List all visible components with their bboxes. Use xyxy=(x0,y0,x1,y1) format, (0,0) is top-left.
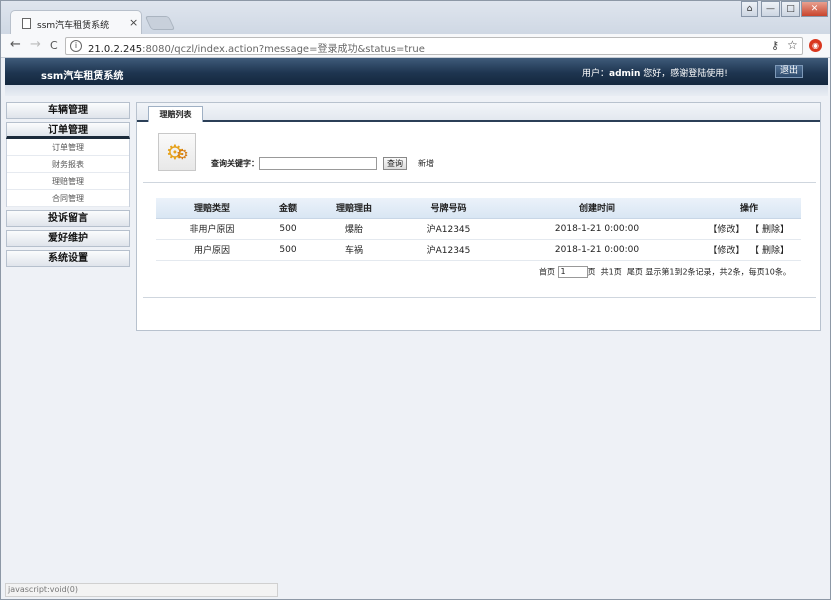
column-header: 理赔类型 xyxy=(156,198,268,219)
back-icon[interactable]: ← xyxy=(10,37,21,52)
menu-complaints[interactable]: 投诉留言 xyxy=(6,210,130,227)
edit-link[interactable]: 【修改】 xyxy=(708,225,744,235)
close-button[interactable]: ✕ xyxy=(801,1,828,17)
cell-plate: 沪A12345 xyxy=(400,218,497,240)
minimize-button[interactable]: — xyxy=(761,1,780,17)
claims-table: 理赔类型 金额 理赔理由 号牌号码 创建时间 操作 非用户原因 500 爆胎 沪… xyxy=(156,198,801,261)
submenu-claims-management[interactable]: 理赔管理 xyxy=(7,173,129,190)
order-submenu: 订单管理 财务报表 理赔管理 合同管理 xyxy=(6,139,130,207)
panel-tab-bar: 理赔列表 xyxy=(137,103,820,122)
cell-type: 非用户原因 xyxy=(156,218,268,240)
menu-hobby-maintenance[interactable]: 爱好维护 xyxy=(6,230,130,247)
browser-tab[interactable]: ssm汽车租赁系统 × xyxy=(10,10,142,36)
page-unit: 页 xyxy=(587,267,596,277)
info-icon[interactable]: i xyxy=(70,40,82,52)
cell-reason: 车祸 xyxy=(308,239,400,261)
cell-plate: 沪A12345 xyxy=(400,239,497,261)
total-pages: 共1页 xyxy=(600,267,622,277)
status-bar: javascript:void(0) xyxy=(5,583,278,597)
url-host: 21.0.2.245 xyxy=(88,44,143,55)
page-number-input[interactable]: 1 xyxy=(557,266,588,278)
cell-amount: 500 xyxy=(268,218,308,240)
search-bar: 查询关键字： 查询 新增 xyxy=(211,157,434,170)
first-page-link[interactable]: 首页 xyxy=(539,268,555,277)
cell-type: 用户原因 xyxy=(156,239,268,261)
cell-actions: 【修改】 【 删除】 xyxy=(697,218,801,240)
submenu-order-management[interactable]: 订单管理 xyxy=(7,139,129,156)
search-label: 查询关键字： xyxy=(211,159,259,168)
bottom-divider xyxy=(143,297,816,298)
menu-vehicle-management[interactable]: 车辆管理 xyxy=(6,102,130,119)
new-tab-button[interactable] xyxy=(144,16,176,30)
column-header: 操作 xyxy=(697,198,801,219)
profile-icon[interactable]: ⌂ xyxy=(741,1,758,17)
username: admin xyxy=(609,69,641,79)
search-button[interactable]: 查询 xyxy=(383,157,407,170)
header-strip xyxy=(5,85,828,96)
user-suffix: 您好，感谢登陆使用! xyxy=(640,69,728,79)
app-header: ssm汽车租赁系统 用户：admin 您好，感谢登陆使用! 退出 xyxy=(5,58,828,85)
title-bar: ssm汽车租赁系统 × ⌂ — □ ✕ xyxy=(1,1,830,36)
pagination: 首页 1页 共1页 尾页 显示第1到2条记录，共2条，每页10条。 xyxy=(539,266,791,278)
url-field[interactable]: i 21.0.2.245:8080/qczl/index.action?mess… xyxy=(65,37,803,55)
maximize-button[interactable]: □ xyxy=(781,1,800,17)
menu-system-settings[interactable]: 系统设置 xyxy=(6,250,130,267)
forward-icon[interactable]: → xyxy=(30,37,41,52)
page-icon xyxy=(22,18,31,29)
welcome-text: 用户：admin 您好，感谢登陆使用! xyxy=(582,66,728,79)
reload-icon[interactable]: C xyxy=(50,39,58,52)
edit-link[interactable]: 【修改】 xyxy=(708,246,744,256)
tab-close-icon[interactable]: × xyxy=(129,16,138,29)
column-header: 号牌号码 xyxy=(400,198,497,219)
search-input[interactable] xyxy=(259,157,377,170)
cell-amount: 500 xyxy=(268,239,308,261)
table-row: 非用户原因 500 爆胎 沪A12345 2018-1-21 0:00:00 【… xyxy=(156,218,801,240)
table-header-row: 理赔类型 金额 理赔理由 号牌号码 创建时间 操作 xyxy=(156,198,801,219)
divider xyxy=(143,182,816,183)
bookmark-star-icon[interactable]: ☆ xyxy=(787,38,798,52)
extension-icon[interactable]: ◉ xyxy=(809,39,822,52)
browser-window: ssm汽车租赁系统 × ⌂ — □ ✕ ← → C i 21.0.2.245:8… xyxy=(0,0,831,600)
table-row: 用户原因 500 车祸 沪A12345 2018-1-21 0:00:00 【修… xyxy=(156,239,801,261)
app-logo: ssm汽车租赁系统 xyxy=(41,71,124,82)
url-path: :8080/qczl/index.action?message=登录成功&sta… xyxy=(142,44,425,55)
record-summary: 显示第1到2条记录，共2条，每页10条。 xyxy=(645,267,791,277)
main-panel: 理赔列表 ⚙ ⚙ 查询关键字： 查询 新增 理赔类型 金额 理赔理由 号牌号码 创建… xyxy=(136,102,821,331)
cell-actions: 【修改】 【 删除】 xyxy=(697,239,801,261)
gears-icon: ⚙ ⚙ xyxy=(158,133,196,171)
submenu-finance-report[interactable]: 财务报表 xyxy=(7,156,129,173)
last-page-link[interactable]: 尾页 xyxy=(627,268,643,277)
tab-title: ssm汽车租赁系统 xyxy=(37,21,110,31)
column-header: 创建时间 xyxy=(497,198,697,219)
delete-link[interactable]: 【 删除】 xyxy=(750,225,789,235)
column-header: 金额 xyxy=(268,198,308,219)
gear-small-icon: ⚙ xyxy=(176,147,189,163)
address-bar-row: ← → C i 21.0.2.245:8080/qczl/index.actio… xyxy=(1,34,830,58)
column-header: 理赔理由 xyxy=(308,198,400,219)
user-prefix: 用户： xyxy=(582,69,610,79)
cell-reason: 爆胎 xyxy=(308,218,400,240)
submenu-contract-management[interactable]: 合同管理 xyxy=(7,190,129,207)
tab-claims-list[interactable]: 理赔列表 xyxy=(148,106,203,122)
menu-order-management[interactable]: 订单管理 xyxy=(6,122,130,139)
delete-link[interactable]: 【 删除】 xyxy=(750,246,789,256)
add-link[interactable]: 新增 xyxy=(418,159,434,168)
url-text: 21.0.2.245:8080/qczl/index.action?messag… xyxy=(88,40,425,55)
sidebar: 车辆管理 订单管理 订单管理 财务报表 理赔管理 合同管理 投诉留言 爱好维护 … xyxy=(6,102,130,270)
key-icon[interactable]: ⚷ xyxy=(771,39,779,52)
cell-created: 2018-1-21 0:00:00 xyxy=(497,218,697,240)
cell-created: 2018-1-21 0:00:00 xyxy=(497,239,697,261)
logout-button[interactable]: 退出 xyxy=(775,65,803,78)
